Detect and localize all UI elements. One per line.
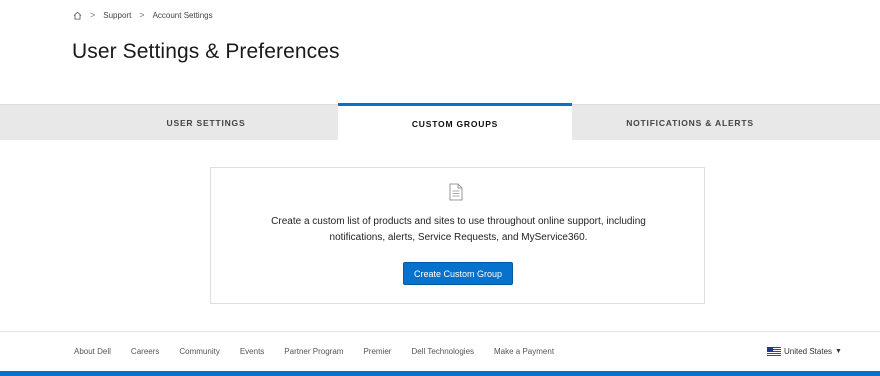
footer-link-make-a-payment[interactable]: Make a Payment bbox=[494, 347, 554, 356]
breadcrumb-item-account-settings[interactable]: Account Settings bbox=[153, 11, 213, 20]
breadcrumb-separator: > bbox=[139, 10, 145, 20]
locale-label: United States bbox=[784, 347, 833, 356]
footer-link-careers[interactable]: Careers bbox=[131, 347, 159, 356]
footer-link-about-dell[interactable]: About Dell bbox=[74, 347, 111, 356]
page-title: User Settings & Preferences bbox=[72, 40, 340, 63]
breadcrumb: > Support > Account Settings bbox=[73, 10, 213, 20]
tab-bar: USER SETTINGS CUSTOM GROUPS NOTIFICATION… bbox=[0, 103, 880, 141]
bottom-accent-bar bbox=[0, 371, 880, 376]
chevron-down-icon: ▼ bbox=[835, 348, 842, 355]
custom-groups-card: Create a custom list of products and sit… bbox=[210, 167, 705, 304]
us-flag-icon bbox=[767, 347, 781, 356]
locale-selector[interactable]: United States ▼ bbox=[767, 347, 842, 356]
custom-groups-description: Create a custom list of products and sit… bbox=[211, 214, 706, 246]
description-line-2: notifications, alerts, Service Requests,… bbox=[329, 232, 588, 243]
breadcrumb-item-support[interactable]: Support bbox=[103, 11, 131, 20]
tab-custom-groups[interactable]: CUSTOM GROUPS bbox=[338, 103, 572, 141]
footer-link-community[interactable]: Community bbox=[179, 347, 219, 356]
footer-link-premier[interactable]: Premier bbox=[363, 347, 391, 356]
description-line-1: Create a custom list of products and sit… bbox=[271, 216, 646, 227]
breadcrumb-separator: > bbox=[90, 10, 96, 20]
document-icon bbox=[449, 183, 463, 201]
tab-user-settings[interactable]: USER SETTINGS bbox=[74, 105, 338, 140]
footer-link-events[interactable]: Events bbox=[240, 347, 264, 356]
footer-links: About Dell Careers Community Events Part… bbox=[74, 347, 574, 356]
home-icon[interactable] bbox=[73, 11, 82, 20]
footer-divider bbox=[0, 331, 880, 332]
footer-link-partner-program[interactable]: Partner Program bbox=[284, 347, 343, 356]
tab-notifications-alerts[interactable]: NOTIFICATIONS & ALERTS bbox=[572, 105, 808, 140]
footer-link-dell-technologies[interactable]: Dell Technologies bbox=[411, 347, 474, 356]
create-custom-group-button[interactable]: Create Custom Group bbox=[403, 262, 513, 285]
